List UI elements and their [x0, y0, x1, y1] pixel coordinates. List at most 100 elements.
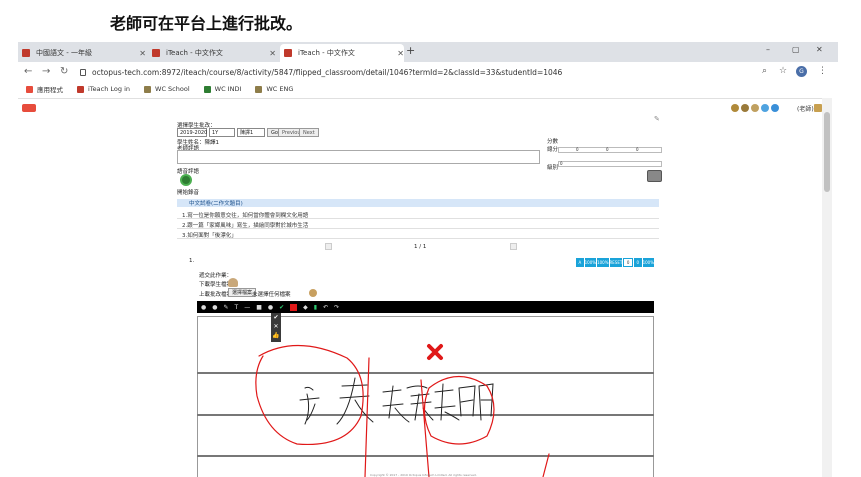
- viewer-control-button[interactable]: 100%: [584, 258, 597, 267]
- viewer-control-button[interactable]: A: [576, 258, 584, 267]
- save-score-button[interactable]: [647, 170, 662, 182]
- zoom-icon[interactable]: ⌕: [762, 66, 767, 76]
- viewer-control-button[interactable]: 0: [623, 258, 633, 267]
- handwriting-annotations: [255, 344, 550, 477]
- divider: [177, 238, 659, 239]
- divider: [177, 218, 659, 219]
- user-role-label: (老師): [797, 106, 814, 113]
- undo-icon[interactable]: ↶: [323, 304, 328, 311]
- color-swatch-red[interactable]: [290, 303, 298, 311]
- grade-input[interactable]: [558, 161, 662, 167]
- circle-icon[interactable]: ●: [268, 304, 273, 311]
- viewer-control-button[interactable]: 100%: [642, 258, 655, 267]
- reload-icon[interactable]: ↻: [60, 66, 68, 77]
- score-label: 分數: [547, 139, 559, 145]
- profile-avatar[interactable]: G: [796, 66, 807, 77]
- tab-close-icon[interactable]: ✕: [139, 49, 146, 58]
- bookmark-label: WC School: [155, 85, 190, 93]
- viewer-control-button[interactable]: RESET: [609, 258, 623, 267]
- viewer-control-button[interactable]: 0: [633, 258, 642, 267]
- microphone-icon[interactable]: [180, 174, 192, 186]
- bell-icon[interactable]: [741, 104, 749, 112]
- submit-time-label: 遞交此作業：: [199, 273, 233, 279]
- no-file-label: 未選擇任何檔案: [252, 292, 291, 298]
- trash-icon[interactable]: ▮: [314, 304, 317, 311]
- student-select-value: 陳譯1: [240, 130, 254, 136]
- browser-tab-3-active[interactable]: iTeach - 中文作文 ✕: [280, 44, 404, 62]
- next-page-button[interactable]: [510, 243, 517, 250]
- teacher-comment-textarea[interactable]: [177, 150, 540, 164]
- student-select[interactable]: 陳譯1: [237, 128, 265, 137]
- prev-page-button[interactable]: [325, 243, 332, 250]
- site-logo: [22, 104, 36, 112]
- caption-title: 老師可在平台上進行批改。: [110, 14, 303, 33]
- record-label: 開始錄音: [177, 190, 200, 196]
- next-button[interactable]: Next: [299, 128, 319, 137]
- bookmark-label: WC ENG: [266, 85, 294, 93]
- bookmark-iteach[interactable]: iTeach Log in: [77, 85, 130, 93]
- menu-kebab-icon[interactable]: ⋮: [818, 66, 827, 76]
- marks-col3: 0: [636, 147, 639, 152]
- viewer-controls: A 100% 100% RESET 0 0 100%: [576, 258, 655, 267]
- text-icon[interactable]: T: [235, 304, 239, 311]
- lock-icon: [80, 68, 86, 76]
- tab-close-icon[interactable]: ✕: [397, 49, 404, 58]
- check-icon[interactable]: ✔: [279, 304, 284, 311]
- divider: [177, 228, 659, 229]
- marks-col2: 0: [606, 147, 609, 152]
- window-minimize-button[interactable]: –: [766, 45, 770, 54]
- viewer-control-button[interactable]: 100%: [597, 258, 609, 267]
- url-text: octopus-tech.com:8972/iteach/course/8/ac…: [92, 67, 563, 77]
- score-total-label: 總分: [547, 147, 559, 153]
- link-icon: [203, 85, 211, 93]
- bookmark-apps[interactable]: 應用程式: [26, 84, 63, 94]
- line-icon[interactable]: —: [244, 304, 250, 311]
- award-icon[interactable]: [731, 104, 739, 112]
- browser-tab-1[interactable]: 中國語文 - 一年級 ✕: [22, 44, 146, 62]
- apps-grid-icon: [26, 85, 33, 93]
- download-file-icon[interactable]: [228, 278, 238, 287]
- new-tab-button[interactable]: +: [406, 44, 415, 57]
- logout-icon[interactable]: [814, 104, 822, 112]
- edit-icon[interactable]: ✎: [654, 115, 660, 123]
- grade-value: 0: [560, 161, 563, 166]
- question-header[interactable]: 中文試卷(二作文題目): [177, 199, 659, 207]
- pen-icon[interactable]: ✎: [224, 304, 229, 311]
- tab-label: iTeach - 中文作文: [298, 49, 355, 57]
- tab-label: iTeach - 中文作文: [166, 49, 223, 57]
- bookmark-label: iTeach Log in: [88, 85, 131, 93]
- address-bar[interactable]: octopus-tech.com:8972/iteach/course/8/ac…: [80, 65, 810, 79]
- year-select[interactable]: 2019-2020: [177, 128, 207, 137]
- favicon-icon: [284, 49, 292, 57]
- favicon-icon: [22, 49, 30, 57]
- image-icon: [144, 85, 152, 93]
- forward-icon[interactable]: →: [42, 66, 50, 77]
- window-maximize-button[interactable]: ▢: [792, 45, 800, 54]
- undo-history-icon[interactable]: ●: [201, 304, 206, 311]
- score-input[interactable]: [558, 147, 662, 153]
- iteach-icon: [77, 85, 84, 93]
- browser-tab-2[interactable]: iTeach - 中文作文 ✕: [152, 44, 276, 62]
- window-close-button[interactable]: ✕: [816, 45, 823, 54]
- star-icon[interactable]: ☆: [779, 66, 787, 76]
- scrollbar-thumb[interactable]: [824, 112, 830, 192]
- pagination-text: 1 / 1: [414, 244, 427, 250]
- grade-label: 級別: [547, 165, 559, 171]
- bookmark-wc-indi[interactable]: WC INDI: [203, 85, 241, 93]
- class-select-value: 1Y: [212, 129, 219, 136]
- redo-icon[interactable]: ↷: [334, 304, 339, 311]
- year-select-value: 2019-2020: [180, 129, 208, 136]
- class-select[interactable]: 1Y: [209, 128, 235, 137]
- upload-icon[interactable]: [309, 289, 317, 297]
- tab-close-icon[interactable]: ✕: [269, 49, 276, 58]
- back-icon[interactable]: ←: [24, 66, 32, 77]
- globe-icon[interactable]: [761, 104, 769, 112]
- tab-label: 中國語文 - 一年級: [36, 49, 92, 57]
- user-icon[interactable]: [771, 104, 779, 112]
- bookmark-wc-eng[interactable]: WC ENG: [255, 85, 293, 93]
- mail-icon[interactable]: [751, 104, 759, 112]
- rectangle-icon[interactable]: ■: [256, 304, 262, 311]
- redo-history-icon[interactable]: ●: [212, 304, 217, 311]
- bookmark-wc-school[interactable]: WC School: [144, 85, 190, 93]
- eraser-icon[interactable]: ◆: [303, 304, 308, 311]
